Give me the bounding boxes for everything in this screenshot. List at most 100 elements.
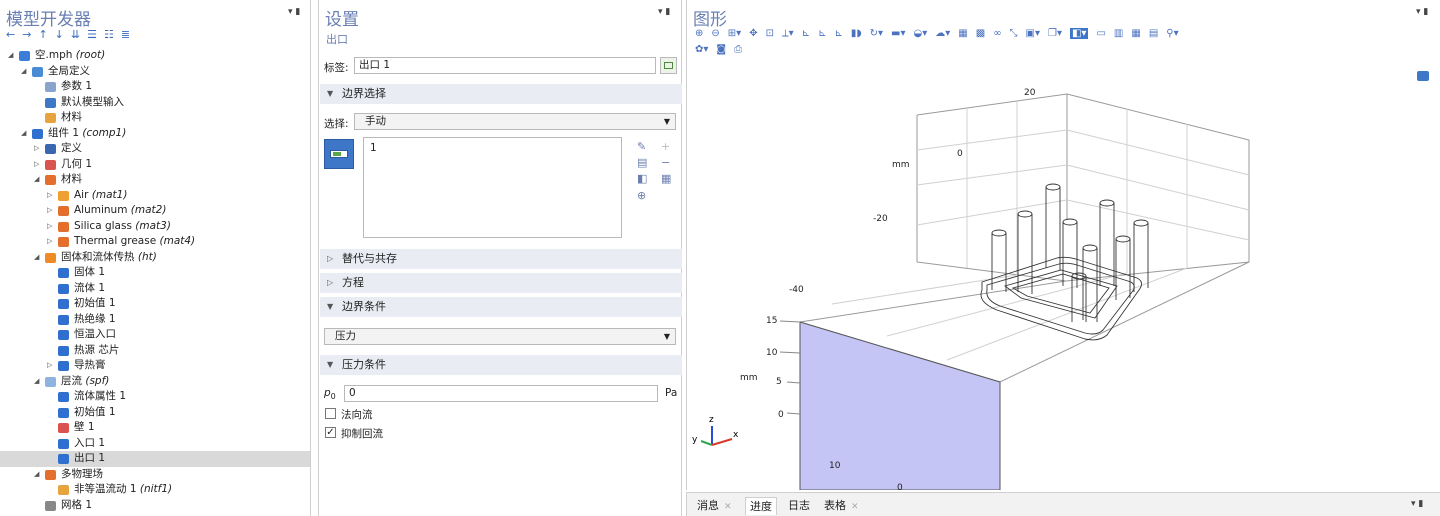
select-icon[interactable]: ⤡ (1010, 28, 1018, 39)
section-pressure-conditions[interactable]: ▼ 压力条件 (320, 355, 682, 375)
tree-item[interactable]: 入口 1 (0, 436, 310, 452)
tree-item[interactable]: ◢ 层流 (spf) (0, 374, 310, 390)
collapse-toggle-icon[interactable]: ◢ (34, 374, 42, 390)
expand-toggle-icon[interactable]: ▷ (34, 157, 42, 173)
collapse-toggle-icon[interactable]: ◢ (8, 48, 16, 64)
expand-toggle-icon[interactable]: ▷ (47, 358, 55, 374)
domain-mode-icon[interactable]: ▦ (1131, 28, 1140, 39)
view-options-icon[interactable]: ≣ (121, 28, 130, 41)
expand-toggle-icon[interactable]: ▷ (47, 219, 55, 235)
move-down-icon[interactable]: ↓ (55, 28, 64, 41)
zx-view-icon[interactable]: ⊾ (834, 28, 842, 39)
tree-item[interactable]: 初始值 1 (0, 296, 310, 312)
yz-view-icon[interactable]: ⊾ (818, 28, 826, 39)
tree-item[interactable]: 出口 1 (0, 451, 310, 467)
show-icon[interactable]: ⇊ (71, 28, 80, 41)
section-boundary-selection[interactable]: ▼ 边界选择 (320, 84, 682, 104)
tree-item[interactable]: 热源 芯片 (0, 343, 310, 359)
expand-toggle-icon[interactable]: ▷ (34, 141, 42, 157)
camera-icon[interactable]: ◙ (716, 44, 726, 55)
create-selection-icon[interactable]: ▦ (661, 172, 671, 185)
graphics-menu-icon[interactable]: ▾ ▮ (1416, 7, 1428, 17)
close-icon[interactable]: ✕ (724, 502, 732, 512)
zoom-out-icon[interactable]: ⊖ (711, 28, 719, 39)
transparency-icon[interactable]: ◒▾ (914, 28, 928, 39)
zoom-in-icon[interactable]: ⊕ (695, 28, 703, 39)
collapse-toggle-icon[interactable]: ◢ (34, 250, 42, 266)
tree-item[interactable]: ◢ 全局定义 (0, 64, 310, 80)
move-up-icon[interactable]: ↑ (38, 28, 47, 41)
tree-item[interactable]: 默认模型输入 (0, 95, 310, 111)
camera-view-icon[interactable]: ▮◗ (851, 28, 862, 39)
tab-messages[interactable]: 消息 ✕ (693, 497, 736, 515)
expand-toggle-icon[interactable]: ▷ (47, 203, 55, 219)
bottom-menu-icon[interactable]: ▾ ▮ (1411, 499, 1423, 509)
paste-selection-icon[interactable]: ✎ (637, 140, 646, 153)
points-mode-icon[interactable]: ▭ (1096, 28, 1105, 39)
tab-progress[interactable]: 进度 (745, 497, 777, 515)
tree-item[interactable]: 材料 (0, 110, 310, 126)
panel-menu-icon[interactable]: ▾ ▮ (288, 7, 300, 17)
wireframe-icon[interactable]: ▩ (976, 28, 985, 39)
collapse-toggle-icon[interactable]: ◢ (34, 172, 42, 188)
tree-item[interactable]: ▷ 导热膏 (0, 358, 310, 374)
tree-item[interactable]: ▷ Aluminum (mat2) (0, 203, 310, 219)
tree-item[interactable]: ◢ 组件 1 (comp1) (0, 126, 310, 142)
view-options-icon[interactable]: ▬▾ (891, 28, 905, 39)
print-icon[interactable]: ⎙ (734, 44, 742, 55)
tree-item[interactable]: ◢ 多物理场 (0, 467, 310, 483)
section-boundary-condition[interactable]: ▼ 边界条件 (320, 297, 682, 317)
tree-item[interactable]: 非等温流动 1 (nitf1) (0, 482, 310, 498)
edge-mode-icon[interactable]: ▥ (1114, 28, 1123, 39)
tree-item[interactable]: 参数 1 (0, 79, 310, 95)
selection-list[interactable]: 1 (363, 137, 622, 238)
tree-item[interactable]: ▷ Thermal grease (mat4) (0, 234, 310, 250)
tree-item[interactable]: ▷ Silica glass (mat3) (0, 219, 310, 235)
add-icon[interactable]: + (661, 140, 670, 153)
collapse-toggle-icon[interactable]: ◢ (21, 126, 29, 142)
expand-icon[interactable]: ☷ (104, 28, 114, 41)
copy-image-icon[interactable]: ❐▾ (1048, 28, 1062, 39)
p0-input[interactable]: 0 (344, 385, 658, 402)
zoom-selected-icon[interactable]: ⊡ (766, 28, 774, 39)
xy-view-icon[interactable]: ⊾ (802, 28, 810, 39)
link-icon[interactable]: ∞ (993, 28, 1001, 39)
tree-item[interactable]: ▷ 几何 1 (0, 157, 310, 173)
tree-item[interactable]: 网格 1 (0, 498, 310, 514)
forward-icon[interactable]: → (22, 28, 31, 41)
back-icon[interactable]: ← (6, 28, 15, 41)
tree-item[interactable]: ▷ Air (mat1) (0, 188, 310, 204)
zoom-box-icon[interactable]: ⊞▾ (728, 28, 741, 39)
clear-icon[interactable]: ⚲▾ (1166, 28, 1178, 39)
clear-selection-icon[interactable]: ◧ (637, 172, 647, 185)
graphics-canvas[interactable]: 20 0 mm -20 -40 15 10 mm 5 0 10 0 z y x (687, 60, 1440, 490)
tab-tables[interactable]: 表格 ✕ (820, 497, 863, 515)
activate-selection-button[interactable] (324, 139, 354, 169)
label-input[interactable]: 出口 1 (354, 57, 656, 74)
grid-icon[interactable]: ▦ (958, 28, 967, 39)
lighting-icon[interactable]: ☁▾ (935, 28, 950, 39)
label-reset-icon[interactable] (660, 57, 677, 74)
copy-selection-icon[interactable]: ▤ (637, 156, 647, 169)
selection-dropdown[interactable]: 手动 ▼ (354, 113, 676, 130)
tree-item[interactable]: ◢ 材料 (0, 172, 310, 188)
tree-item[interactable]: 恒温入口 (0, 327, 310, 343)
tree-item[interactable]: 壁 1 (0, 420, 310, 436)
all-mode-icon[interactable]: ▤ (1149, 28, 1158, 39)
selection-mode-icon[interactable]: ▣▾ (1026, 28, 1040, 39)
section-override[interactable]: ▷ 替代与共存 (320, 249, 682, 269)
expand-toggle-icon[interactable]: ▷ (47, 188, 55, 204)
tree-item[interactable]: 初始值 1 (0, 405, 310, 421)
close-icon[interactable]: ✕ (851, 502, 859, 512)
section-equation[interactable]: ▷ 方程 (320, 273, 682, 293)
view-axes-icon[interactable]: ⟂▾ (782, 28, 794, 39)
tree-item[interactable]: 流体属性 1 (0, 389, 310, 405)
suppress-backflow-checkbox[interactable]: ✓ (325, 427, 336, 438)
expand-toggle-icon[interactable]: ▷ (47, 234, 55, 250)
zoom-to-selection-icon[interactable]: ⊕ (637, 189, 646, 202)
tree-item[interactable]: ▷ 定义 (0, 141, 310, 157)
collapse-toggle-icon[interactable]: ◢ (21, 64, 29, 80)
settings-menu-icon[interactable]: ▾ ▮ (658, 7, 670, 17)
gear-icon[interactable]: ✿▾ (695, 44, 708, 55)
normal-flow-checkbox[interactable] (325, 408, 336, 419)
